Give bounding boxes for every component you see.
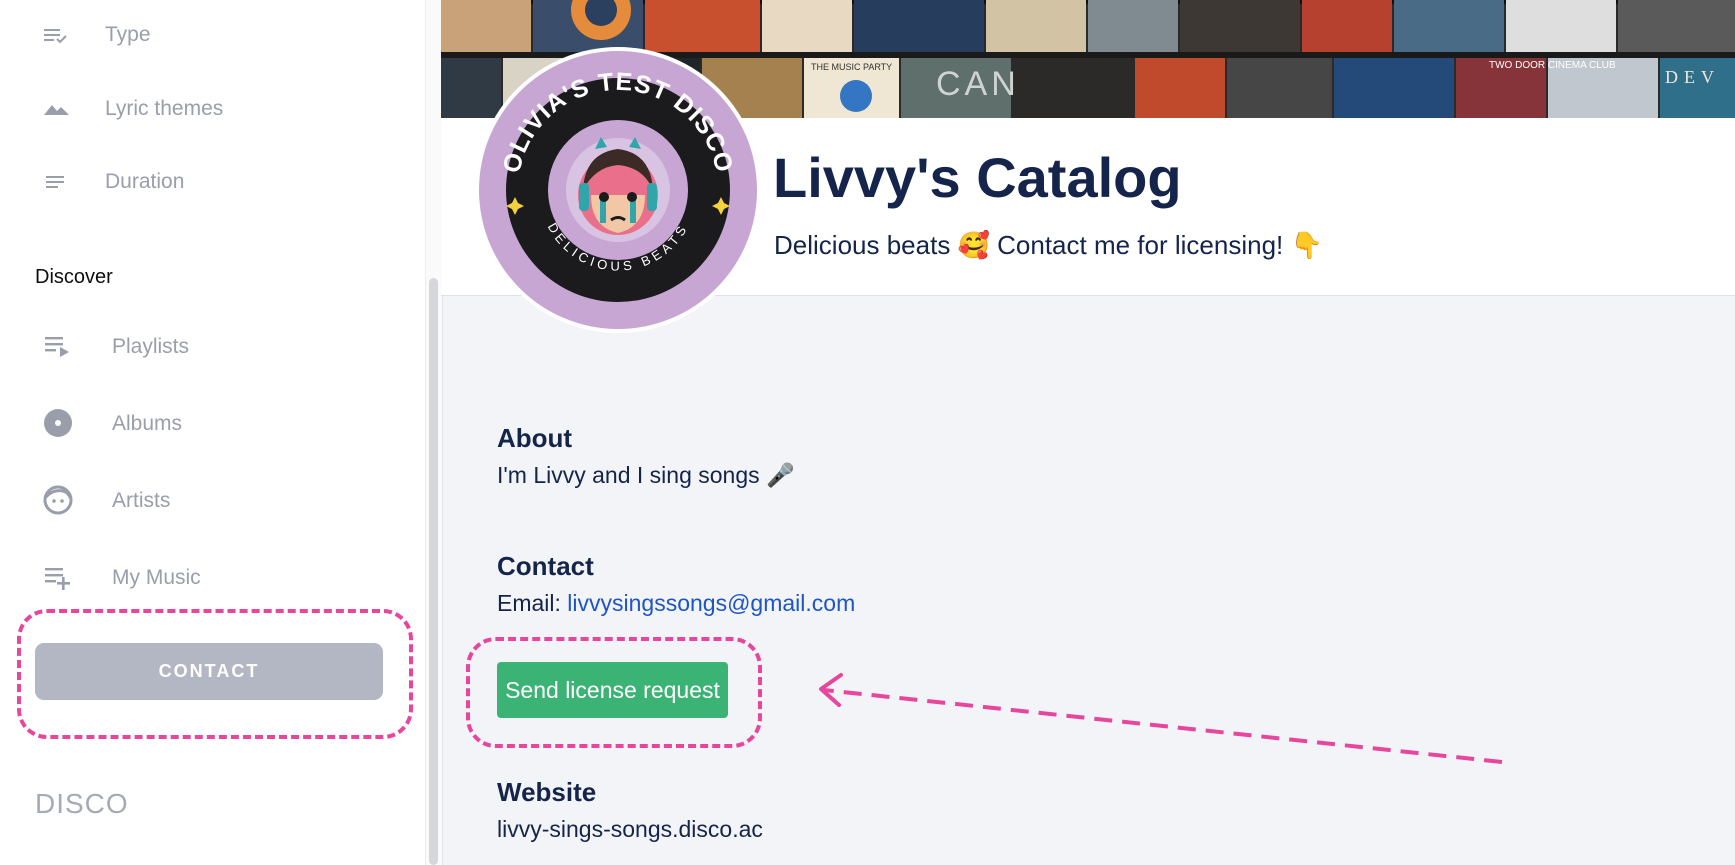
about-heading: About	[497, 423, 573, 453]
disc-icon	[44, 409, 72, 437]
sidebar-item-label: Albums	[112, 412, 183, 435]
discover-heading: Discover	[35, 266, 113, 288]
profile-avatar: OLIVIA'S TEST DISCO DELICIOUS BEATS	[475, 47, 761, 333]
playlist-add-icon	[45, 568, 70, 590]
website-url: livvy-sings-songs.disco.ac	[497, 816, 763, 842]
sidebar-item-label: Duration	[105, 170, 185, 193]
brand-logo: DISCO	[35, 788, 129, 819]
sidebar-item-label: Artists	[112, 489, 171, 512]
email-label: Email:	[497, 590, 568, 616]
arrowhead-icon	[819, 673, 843, 707]
page-tagline: Delicious beats 🥰 Contact me for licensi…	[774, 230, 1323, 260]
sidebar-item-duration[interactable]: Duration	[0, 164, 420, 204]
playlist-play-icon	[45, 337, 69, 357]
contact-button[interactable]: CONTACT	[35, 643, 383, 700]
sidebar-item-lyric-themes[interactable]: Lyric themes	[0, 91, 420, 131]
lines-icon	[46, 176, 64, 188]
main-content: THE MUSIC PARTY CAN TWO DOOR CINEMA CLUB…	[441, 0, 1735, 865]
sidebar-item-artists[interactable]: Artists	[0, 481, 420, 521]
send-license-request-button[interactable]: Send license request	[497, 662, 728, 718]
about-text: I'm Livvy and I sing songs 🎤	[497, 462, 795, 488]
contact-email-row: Email: livvysingssongs@gmail.com	[497, 590, 855, 617]
sidebar-item-playlists[interactable]: Playlists	[0, 327, 420, 367]
face-icon	[43, 485, 73, 515]
email-link[interactable]: livvysingssongs@gmail.com	[567, 590, 855, 616]
album-text: TWO DOOR CINEMA CLUB	[1489, 60, 1616, 71]
album-text: DEV	[1665, 67, 1720, 87]
page-title: Livvy's Catalog	[773, 146, 1182, 209]
scrollbar-thumb[interactable]	[429, 278, 438, 865]
sidebar-item-label: Lyric themes	[105, 97, 224, 120]
sidebar-item-label: Playlists	[112, 335, 190, 358]
sidebar-item-albums[interactable]: Albums	[0, 404, 420, 444]
sidebar-item-type[interactable]: Type	[0, 17, 420, 57]
sidebar: Type Lyric themes Duration Discover Play…	[0, 0, 425, 865]
sort-check-icon	[44, 29, 67, 44]
album-text: CAN	[936, 65, 1020, 103]
album-text: THE MUSIC PARTY	[811, 62, 892, 72]
sidebar-item-label: Type	[105, 23, 151, 46]
mountain-icon	[44, 105, 69, 115]
contact-heading: Contact	[497, 551, 594, 581]
website-heading: Website	[497, 777, 597, 807]
sidebar-item-my-music[interactable]: My Music	[0, 558, 420, 598]
sidebar-item-label: My Music	[112, 566, 201, 589]
